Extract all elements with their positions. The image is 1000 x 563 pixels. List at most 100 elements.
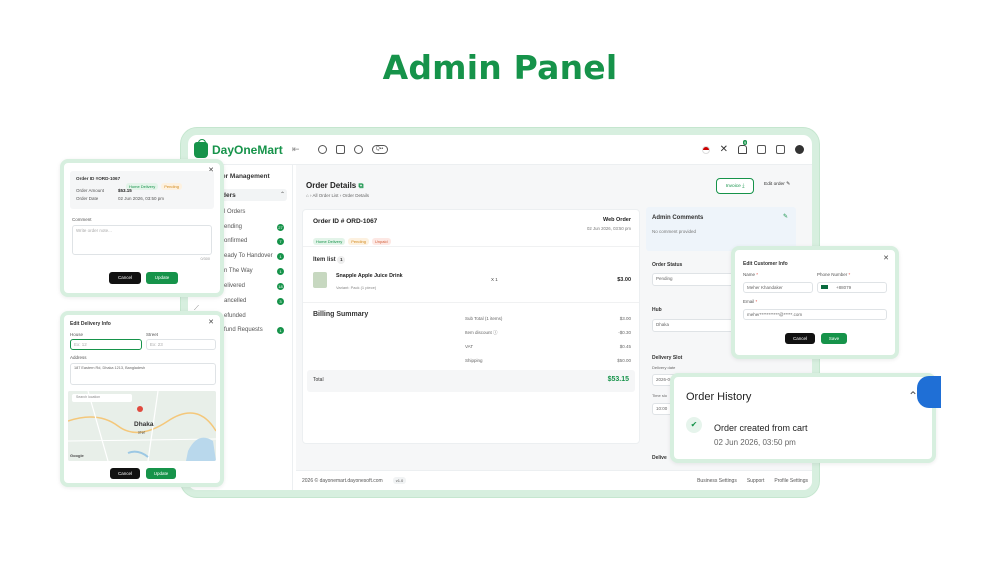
breadcrumb: ⌂ › All Order List › Order Details [306, 193, 370, 198]
popup-tags: Home Delivery Pending [126, 175, 185, 193]
footer: 2026 © dayonemart.dayonesoft.com v1.0 Bu… [296, 470, 812, 490]
close-icon[interactable]: ✕ [720, 144, 728, 155]
delivery-info-popup: ✕ Edit Delivery Info House Ex: 12 Street… [60, 311, 224, 487]
globe-icon[interactable] [317, 145, 327, 154]
top-right-actions: ✕ 9 [701, 140, 812, 155]
sidebar-item[interactable]: l Orders [224, 209, 245, 215]
language-flag-icon[interactable] [701, 145, 710, 154]
update-button[interactable]: Update [146, 272, 178, 284]
total-label: Total [313, 377, 324, 383]
street-input[interactable]: Ex: 23 [146, 339, 216, 350]
home-icon[interactable]: ⌂ [306, 193, 309, 198]
pencil-icon: ✎ [786, 182, 791, 187]
comment-textarea[interactable]: Write order note... [72, 225, 212, 255]
chat-icon[interactable] [776, 145, 785, 154]
status-badge: Pending [348, 238, 369, 245]
sidebar-item[interactable]: n The Way [224, 268, 253, 274]
support-icon[interactable] [353, 145, 363, 154]
edit-comment-icon[interactable]: ✎ [783, 213, 788, 220]
edit-order-button[interactable]: Edit order ✎ [764, 182, 790, 187]
email-input[interactable]: meher***********@*****.com [743, 309, 887, 320]
order-history-panel: Order History ⌃ ✔ Order created from car… [670, 373, 936, 463]
map-search[interactable]: Search location [76, 395, 100, 399]
copyright: 2026 © dayonemart.dayonesoft.com [302, 477, 383, 484]
admin-comments-card: Admin Comments ✎ No comment provided [646, 207, 796, 251]
deliveryman-label: Delive [652, 455, 667, 461]
sidebar-item[interactable]: onfirmed [224, 238, 247, 244]
footer-link[interactable]: Support [747, 478, 765, 484]
comments-empty: No comment provided [652, 229, 697, 234]
message-icon[interactable] [757, 145, 766, 154]
total-row: Total $53.15 [307, 370, 635, 392]
hub-label: Hub [652, 307, 662, 313]
house-label: House [70, 332, 84, 337]
item-variant: Variant: Pack (1 piece) [336, 285, 377, 290]
comment-label: Comment [72, 217, 92, 222]
order-card: Order ID # ORD-1067 Web Order 02 Jun 202… [302, 209, 640, 444]
phone-label: Phone Number * [817, 272, 851, 277]
sidebar-count: 7 [277, 238, 284, 245]
quick-search-pill[interactable]: Q•• [371, 145, 388, 154]
version-badge: v1.0 [392, 477, 407, 484]
street-label: Street [146, 332, 159, 337]
cancel-button[interactable]: Cancel [785, 333, 815, 344]
update-button[interactable]: Update [146, 468, 176, 479]
dark-mode-icon[interactable] [795, 145, 804, 154]
sidebar-item[interactable]: efunded [224, 313, 246, 319]
location-map[interactable]: Search location Dhaka ঢাকা Google [68, 391, 216, 461]
order-id: Order ID # ORD-1067 [313, 218, 378, 225]
billing-row: Item discount ⓘ -$0.30 [465, 330, 631, 335]
sidebar-count: 18 [277, 283, 284, 290]
download-icon: ⤓ [742, 184, 745, 189]
collapse-sidebar-icon[interactable]: ⇤ [292, 144, 300, 155]
sidebar-item[interactable]: fund Requests [224, 327, 263, 333]
sidebar-section-label: der Management [218, 173, 270, 180]
item-list-label: Item list 1 [313, 256, 346, 264]
history-event-time: 02 Jun 2026, 03:50 pm [714, 438, 796, 447]
footer-link[interactable]: Business Settings [697, 478, 737, 484]
invoice-label: Invoice [725, 183, 741, 189]
sidebar-count: 1 [277, 268, 284, 275]
date-label: Order Date [76, 196, 99, 201]
amount-label: Order Amount [76, 188, 105, 193]
sidebar-item[interactable]: ending [224, 224, 242, 230]
total-value: $53.15 [607, 376, 629, 383]
save-button[interactable]: Save [821, 333, 847, 344]
item-price: $3.00 [617, 277, 631, 283]
sidebar-count: 3 [277, 298, 284, 305]
address-input[interactable]: 187 Eastern Rd, Dhaka 1213, Bangladesh [70, 363, 216, 385]
phone-input[interactable]: +88079 [817, 282, 887, 293]
slot-time-label: Time slo [652, 393, 667, 398]
sidebar-item[interactable]: ancelled [224, 298, 246, 304]
breadcrumb-current: Order Details [342, 193, 370, 198]
popup-title: Edit Delivery Info [70, 321, 111, 327]
notification-bell-icon[interactable]: 9 [738, 140, 748, 154]
name-input[interactable]: Meher Khandaker [743, 282, 813, 293]
info-icon: ⓘ [493, 330, 498, 335]
house-input[interactable]: Ex: 12 [70, 339, 142, 350]
close-icon[interactable]: ✕ [208, 318, 214, 326]
cancel-button[interactable]: Cancel [109, 272, 141, 284]
email-label: Email * [743, 299, 758, 304]
cancel-button[interactable]: Cancel [110, 468, 140, 479]
customer-info-popup: ✕ Edit Customer Info Name * Meher Khanda… [731, 246, 899, 359]
phone-value: +88079 [836, 285, 852, 290]
map-city-label: Dhaka [134, 421, 154, 428]
sidebar-item[interactable]: eady To Handover [224, 253, 273, 259]
notification-badge: 9 [743, 140, 748, 145]
store-icon[interactable] [335, 145, 345, 154]
country-flag-icon[interactable] [821, 285, 828, 289]
sidebar-item[interactable]: elivered [224, 283, 245, 289]
hero-title: Admin Panel [382, 48, 618, 87]
invoice-button[interactable]: Invoice ⤓ [716, 178, 754, 194]
billing-row: VAT $0.45 [465, 344, 631, 349]
date-value: 02 Jun 2026, 03:50 pm [118, 196, 165, 201]
copy-icon[interactable]: ⧉ [358, 183, 363, 190]
help-chat-tab[interactable] [917, 376, 941, 408]
check-icon: ✔ [686, 417, 702, 433]
footer-links: Business Settings Support Profile Settin… [697, 478, 812, 484]
breadcrumb-link[interactable]: All Order List [312, 193, 338, 198]
brand: DayOneMart [188, 138, 288, 158]
close-icon[interactable]: ✕ [883, 254, 889, 262]
footer-link[interactable]: Profile Settings [774, 478, 808, 484]
